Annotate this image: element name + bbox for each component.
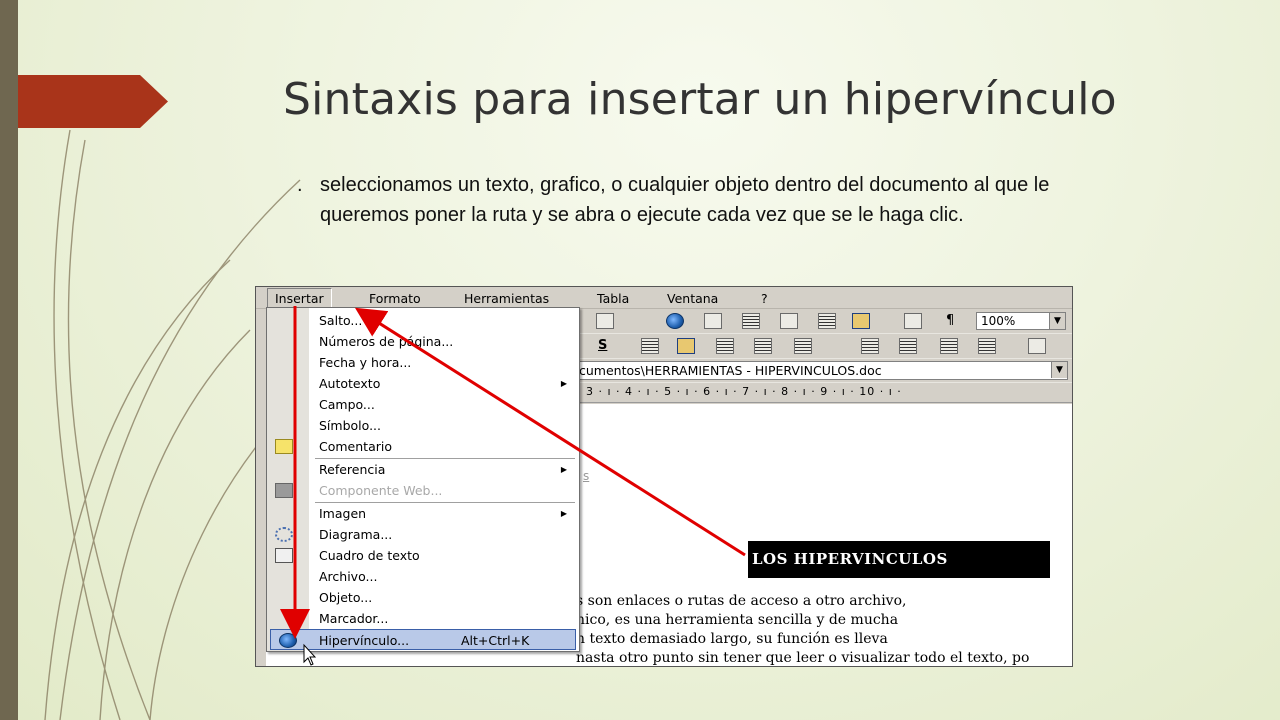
hyperlink-globe-icon [279, 633, 297, 648]
bullet-paragraph: . seleccionamos un texto, grafico, o cual… [297, 170, 1077, 230]
menu-ventana[interactable]: Ventana [667, 291, 718, 306]
chevron-down-icon[interactable]: ▼ [1051, 362, 1067, 378]
menu-formato[interactable]: Formato [369, 291, 421, 306]
chevron-down-icon[interactable]: ▼ [1049, 313, 1065, 329]
menu-item-fecha-hora[interactable]: Fecha y hora... [267, 352, 579, 373]
heading-banner: LOS HIPERVINCULOS [748, 541, 1050, 578]
menu-item-marcador[interactable]: Marcador... [267, 608, 579, 629]
body-line: n texto demasiado largo, su función es l… [576, 631, 888, 647]
underline-button[interactable]: S [598, 338, 607, 353]
body-line: nasta otro punto sin tener que leer o vi… [576, 650, 1030, 666]
faint-link-text: s [583, 469, 590, 483]
document-body-text: s son enlaces o rutas de acceso a otro a… [576, 592, 1072, 666]
justify-icon[interactable] [754, 338, 772, 354]
menu-item-salto[interactable]: Salto... [267, 310, 579, 331]
menu-help[interactable]: ? [761, 291, 768, 306]
menu-insertar[interactable]: Insertar [267, 288, 332, 309]
title-accent-tab [18, 75, 168, 128]
columns-icon[interactable] [818, 313, 836, 329]
ruler-scale: 3 · ı · 4 · ı · 5 · ı · 6 · ı · 7 · ı · … [586, 385, 902, 398]
menu-item-imagen[interactable]: Imagen ▶ [267, 503, 579, 524]
insert-excel-icon[interactable] [780, 313, 798, 329]
menu-item-referencia[interactable]: Referencia ▶ [267, 459, 579, 480]
numbering-icon[interactable] [861, 338, 879, 354]
address-field[interactable]: cumentos\HERRAMIENTAS - HIPERVINCULOS.do… [574, 361, 1068, 380]
insert-dropdown-menu: Salto... Números de página... Fecha y ho… [266, 307, 580, 652]
align-center-icon[interactable] [677, 338, 695, 354]
borders-icon[interactable] [1028, 338, 1046, 354]
menu-item-componente-web: Componente Web... [267, 480, 579, 501]
zoom-select[interactable]: 100% ▼ [976, 312, 1066, 330]
menu-item-autotexto[interactable]: Autotexto ▶ [267, 373, 579, 394]
menu-herramientas[interactable]: Herramientas [464, 291, 549, 306]
submenu-arrow-icon: ▶ [560, 465, 567, 474]
diagram-icon [275, 527, 293, 542]
menu-tabla[interactable]: Tabla [597, 291, 629, 306]
menu-shortcut: Alt+Ctrl+K [461, 633, 530, 648]
insert-hyperlink-icon[interactable] [666, 313, 684, 329]
align-right-icon[interactable] [716, 338, 734, 354]
line-spacing-icon[interactable] [794, 338, 812, 354]
menu-item-cuadro-texto[interactable]: Cuadro de texto [267, 545, 579, 566]
menu-item-comentario[interactable]: Comentario [267, 436, 579, 457]
left-panel [256, 309, 266, 666]
align-left-icon[interactable] [641, 338, 659, 354]
menu-item-simbolo[interactable]: Símbolo... [267, 415, 579, 436]
menu-item-hipervinculo[interactable]: Hipervínculo... Alt+Ctrl+K [270, 629, 576, 650]
bullets-icon[interactable] [899, 338, 917, 354]
textbox-icon [275, 548, 293, 563]
word-screenshot: Insertar Formato Herramientas Tabla Vent… [255, 286, 1073, 667]
insert-table-icon[interactable] [742, 313, 760, 329]
menu-item-campo[interactable]: Campo... [267, 394, 579, 415]
slide-title: Sintaxis para insertar un hipervínculo [283, 74, 1117, 125]
bullet-marker: . [297, 174, 303, 196]
show-hide-formatting-icon[interactable]: ¶ [946, 313, 954, 328]
increase-indent-icon[interactable] [978, 338, 996, 354]
bullet-text: seleccionamos un texto, grafico, o cualq… [320, 174, 1050, 226]
submenu-arrow-icon: ▶ [560, 379, 567, 388]
web-component-icon [275, 483, 293, 498]
undo-icon[interactable] [596, 313, 614, 329]
drawing-icon[interactable] [852, 313, 870, 329]
comment-icon [275, 439, 293, 454]
body-line: nico, es una herramienta sencilla y de m… [576, 612, 899, 628]
menu-item-archivo[interactable]: Archivo... [267, 566, 579, 587]
menu-item-numeros-pagina[interactable]: Números de página... [267, 331, 579, 352]
decrease-indent-icon[interactable] [940, 338, 958, 354]
document-map-icon[interactable] [904, 313, 922, 329]
submenu-arrow-icon: ▶ [560, 509, 567, 518]
menu-item-objeto[interactable]: Objeto... [267, 587, 579, 608]
tables-borders-icon[interactable] [704, 313, 722, 329]
body-line: s son enlaces o rutas de acceso a otro a… [576, 593, 907, 609]
menu-bar: Insertar Formato Herramientas Tabla Vent… [256, 287, 1072, 309]
menu-item-diagrama[interactable]: Diagrama... [267, 524, 579, 545]
